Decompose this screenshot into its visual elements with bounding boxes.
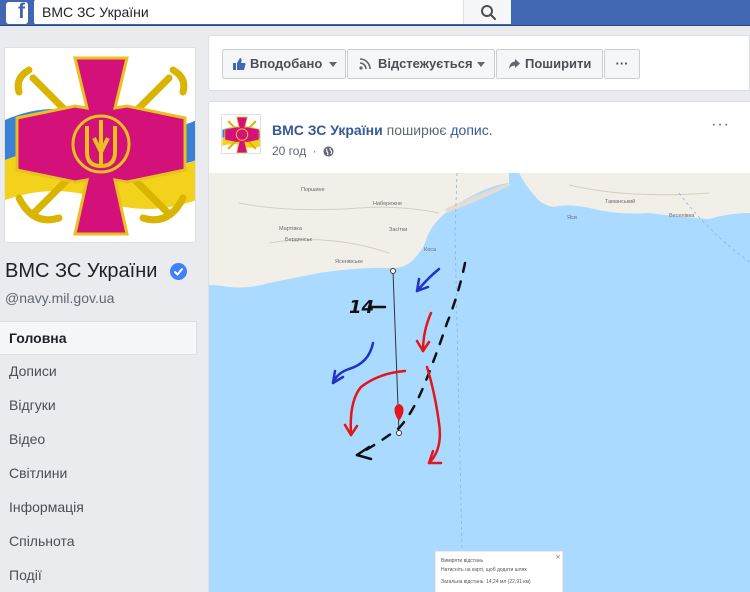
map-place-label: Ясенівське [335, 259, 363, 265]
separator-dot: · [312, 144, 317, 158]
map-place-label: Мартівка [279, 226, 303, 232]
rss-follow-icon [359, 58, 371, 70]
map-place-label: Поршине [301, 187, 325, 193]
nav-item-home[interactable]: Головна [0, 321, 197, 355]
more-options-label: ··· [615, 56, 629, 71]
share-button[interactable]: Поширити [496, 49, 603, 79]
page-actions-bar: Вподобано Відстежується Поширити ··· [208, 35, 750, 91]
map-place-label: Засітки [389, 227, 407, 233]
page-title: ВМС ЗС України [5, 260, 158, 282]
chevron-down-icon [329, 62, 337, 67]
nav-item-reviews[interactable]: Відгуки [0, 389, 197, 423]
search-button[interactable] [463, 0, 511, 24]
post-timestamp[interactable]: 20 год · [272, 144, 334, 158]
post-author-link[interactable]: ВМС ЗС України [272, 122, 383, 138]
nav-item-photos[interactable]: Світлини [0, 457, 197, 491]
like-button[interactable]: Вподобано [222, 49, 346, 79]
facebook-logo-letter: f [18, 0, 25, 23]
popup-title: Виміряти відстань [441, 558, 484, 564]
nav-item-events[interactable]: Події [0, 559, 197, 592]
post-options-button[interactable]: ··· [711, 116, 730, 134]
post-action-text: поширює [386, 122, 447, 138]
post-time-text: 20 год [272, 144, 307, 158]
more-options-button[interactable]: ··· [604, 49, 640, 79]
nav-item-videos[interactable]: Відео [0, 423, 197, 457]
nav-item-posts[interactable]: Дописи [0, 355, 197, 389]
map-place-label: Набережне [373, 201, 402, 207]
verified-badge-icon [170, 263, 187, 280]
popup-total: Загальна відстань: 14,24 мл (22,91 км) [441, 579, 531, 585]
search-icon [481, 5, 497, 21]
map-place-label: Бердянськ [285, 237, 312, 243]
nav-item-community[interactable]: Спільнота [0, 525, 197, 559]
popup-hint: Натисніть на карті, щоб додати шлях [441, 567, 527, 573]
measure-end [396, 430, 402, 436]
map-place-label: Яси [567, 215, 577, 221]
thumbs-up-icon [233, 58, 246, 70]
follow-button-label: Відстежується [378, 56, 473, 71]
follow-button[interactable]: Відстежується [347, 49, 495, 79]
post-author-avatar[interactable] [221, 114, 261, 154]
navy-emblem-icon [5, 56, 195, 236]
post-map-image[interactable]: Поршине Набережне Мартівка Засітки Бердя… [209, 173, 750, 592]
measure-start [390, 268, 396, 274]
shared-post-link[interactable]: допис. [450, 122, 492, 138]
map-place-label: Коса [424, 247, 437, 253]
measure-popup: Виміряти відстань Натисніть на карті, що… [434, 550, 564, 592]
nav-item-about[interactable]: Інформація [0, 491, 197, 525]
like-button-label: Вподобано [250, 56, 323, 71]
share-button-label: Поширити [525, 56, 592, 71]
page-profile-picture[interactable] [4, 47, 196, 243]
map-place-label: Веселівка [669, 213, 695, 219]
close-icon: × [555, 553, 561, 561]
chevron-down-icon [477, 62, 485, 67]
search-input[interactable]: ВМС ЗС України [34, 0, 511, 24]
map-place-label: Таманський [605, 198, 635, 205]
navy-emblem-icon [222, 116, 260, 153]
top-bar: f ВМС ЗС України [0, 0, 750, 26]
post-header: ВМС ЗС України поширює допис. [272, 122, 493, 138]
globe-icon [323, 146, 334, 157]
page-navigation: Головна Дописи Відгуки Відео Світлини Ін… [0, 321, 197, 592]
share-arrow-icon [509, 59, 520, 69]
facebook-logo-icon[interactable]: f [6, 0, 28, 24]
map-graphic: Поршине Набережне Мартівка Засітки Бердя… [209, 173, 750, 592]
page-username[interactable]: @navy.mil.gov.ua [5, 290, 114, 306]
post-card: ВМС ЗС України поширює допис. 20 год · ·… [208, 101, 750, 592]
